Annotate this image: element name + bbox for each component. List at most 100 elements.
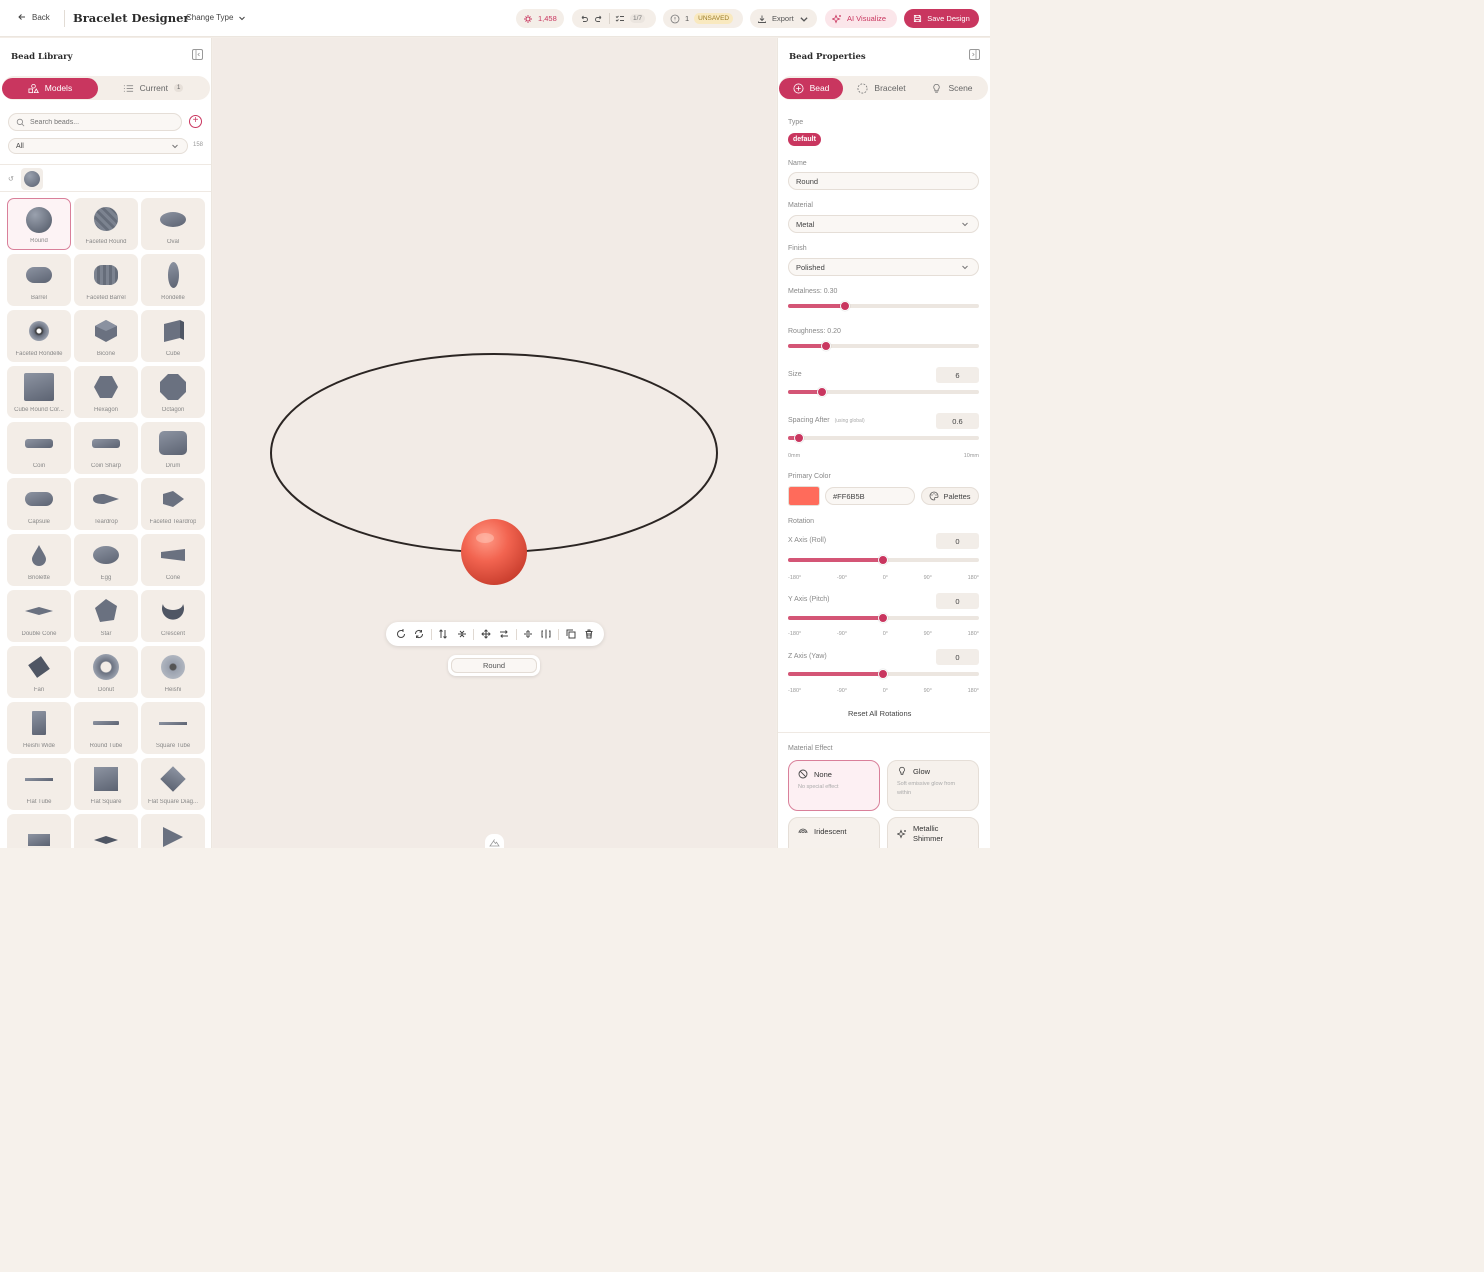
bead-tile[interactable]: Briolette — [7, 534, 71, 586]
bead-coin-icon — [25, 430, 53, 456]
export-button[interactable]: Export — [750, 9, 817, 28]
expand-bottom-button[interactable] — [485, 834, 504, 848]
bead-tile[interactable]: Rondelle — [141, 254, 205, 306]
swap-icon[interactable] — [498, 628, 511, 641]
refresh-icon[interactable] — [413, 628, 426, 641]
bead-tile[interactable]: Cone — [141, 534, 205, 586]
delete-icon[interactable] — [582, 628, 595, 641]
primary-color-input[interactable]: #FF6B5B — [825, 487, 915, 505]
add-bead-button[interactable]: + — [189, 115, 202, 128]
palettes-button[interactable]: Palettes — [921, 487, 979, 505]
bead-tile[interactable]: Crescent — [141, 590, 205, 642]
bead-tile[interactable]: Square Tube — [141, 702, 205, 754]
design-canvas[interactable] — [213, 38, 776, 848]
save-design-button[interactable]: Save Design — [904, 9, 979, 28]
bead-tile[interactable]: Faceted Rondelle — [7, 310, 71, 362]
collapse-panel-icon[interactable] — [969, 49, 980, 60]
spacing-input[interactable]: 0.6 — [936, 413, 979, 429]
collapse-panel-icon[interactable] — [192, 49, 203, 60]
redo-icon[interactable] — [594, 14, 604, 24]
credits-pill[interactable]: 1,458 — [516, 9, 564, 28]
metalness-slider[interactable] — [788, 301, 979, 311]
bead-tile[interactable]: Octagon — [141, 366, 205, 418]
bead-tile[interactable]: Heishi — [141, 646, 205, 698]
bead-tile[interactable]: Faceted Barrel — [74, 254, 138, 306]
tab-bead[interactable]: Bead — [779, 77, 843, 99]
effect-glow-card[interactable]: Glow Soft emissive glow from within — [887, 760, 979, 811]
z-axis-slider[interactable] — [788, 669, 979, 679]
bead-tile[interactable]: Faceted Teardrop — [141, 478, 205, 530]
primary-color-swatch[interactable] — [788, 486, 820, 506]
y-axis-input[interactable]: 0 — [936, 593, 979, 609]
bead-tile[interactable]: Fan — [7, 646, 71, 698]
bead-tile[interactable]: Round — [7, 198, 71, 250]
category-filter-select[interactable]: All — [8, 138, 188, 154]
bead-tile[interactable] — [7, 814, 71, 848]
bead-tile[interactable]: Heishi Wide — [7, 702, 71, 754]
tab-current[interactable]: Current 1 — [98, 78, 208, 99]
bead-tile[interactable] — [141, 814, 205, 848]
spacing-slider[interactable] — [788, 433, 979, 443]
tab-models[interactable]: Models — [2, 77, 98, 99]
ai-visualize-button[interactable]: AI Visualize — [825, 9, 897, 28]
bead-tile[interactable] — [74, 814, 138, 848]
bead-tile[interactable]: Bicone — [74, 310, 138, 362]
bead-tile[interactable]: Star — [74, 590, 138, 642]
size-input[interactable]: 6 — [936, 367, 979, 383]
align-center-icon[interactable] — [455, 628, 468, 641]
type-chip[interactable]: default — [788, 133, 821, 146]
bead-tile[interactable]: Faceted Round — [74, 198, 138, 250]
change-type-dropdown[interactable]: Change Type — [186, 13, 246, 22]
effect-none-card[interactable]: None No special effect — [788, 760, 880, 811]
material-effect-label: Material Effect — [788, 745, 833, 752]
rotate-icon[interactable] — [395, 628, 408, 641]
undo-icon[interactable] — [579, 14, 589, 24]
bead-tile[interactable]: Cube — [141, 310, 205, 362]
bead-tile[interactable]: Coin Sharp — [74, 422, 138, 474]
mirror-icon[interactable] — [540, 628, 553, 641]
tab-scene[interactable]: Scene — [920, 78, 984, 99]
effect-metallic-card[interactable]: Metallic Shimmer — [887, 817, 979, 848]
bead-tile[interactable]: Hexagon — [74, 366, 138, 418]
distribute-icon[interactable] — [522, 628, 535, 641]
bead-tile[interactable]: Teardrop — [74, 478, 138, 530]
checklist-icon[interactable] — [615, 14, 625, 24]
save-status-pill[interactable]: 1 UNSAVED — [663, 9, 743, 28]
search-field[interactable] — [8, 113, 182, 131]
duplicate-icon[interactable] — [564, 628, 577, 641]
bead-tile[interactable]: Flat Square Diag... — [141, 758, 205, 810]
size-slider[interactable] — [788, 387, 979, 397]
bead-tile[interactable]: Flat Square — [74, 758, 138, 810]
bead-tile[interactable]: Donut — [74, 646, 138, 698]
name-input[interactable]: Round — [788, 172, 979, 190]
effect-iridescent-card[interactable]: Iridescent — [788, 817, 880, 848]
recent-bead-swatch[interactable] — [21, 168, 43, 190]
x-axis-input[interactable]: 0 — [936, 533, 979, 549]
reset-rotations-button[interactable]: Reset All Rotations — [848, 709, 911, 718]
bracelet-viewport[interactable] — [213, 38, 776, 848]
bead-tile[interactable]: Egg — [74, 534, 138, 586]
bead-tile[interactable]: Capsule — [7, 478, 71, 530]
bead-tile[interactable]: Flat Tube — [7, 758, 71, 810]
flip-vertical-icon[interactable] — [437, 628, 450, 641]
bead-tile[interactable]: Drum — [141, 422, 205, 474]
bead-tile[interactable]: Oval — [141, 198, 205, 250]
roughness-slider[interactable] — [788, 341, 979, 351]
y-axis-slider[interactable] — [788, 613, 979, 623]
x-axis-slider[interactable] — [788, 555, 979, 565]
back-button[interactable]: Back — [17, 12, 50, 22]
finish-select[interactable]: Polished — [788, 258, 979, 276]
material-value: Metal — [796, 219, 815, 229]
search-input[interactable] — [30, 118, 170, 126]
material-select[interactable]: Metal — [788, 215, 979, 233]
move-icon[interactable] — [479, 628, 492, 641]
bead-tile[interactable]: Barrel — [7, 254, 71, 306]
z-axis-input[interactable]: 0 — [936, 649, 979, 665]
bead-tile[interactable]: Double Cone — [7, 590, 71, 642]
tab-bracelet[interactable]: Bracelet — [843, 78, 920, 99]
selected-bead-label[interactable]: Round — [448, 655, 540, 676]
bead-tile[interactable]: Round Tube — [74, 702, 138, 754]
selected-bead[interactable] — [461, 519, 527, 585]
bead-tile[interactable]: Coin — [7, 422, 71, 474]
bead-tile[interactable]: Cube Round Cor... — [7, 366, 71, 418]
